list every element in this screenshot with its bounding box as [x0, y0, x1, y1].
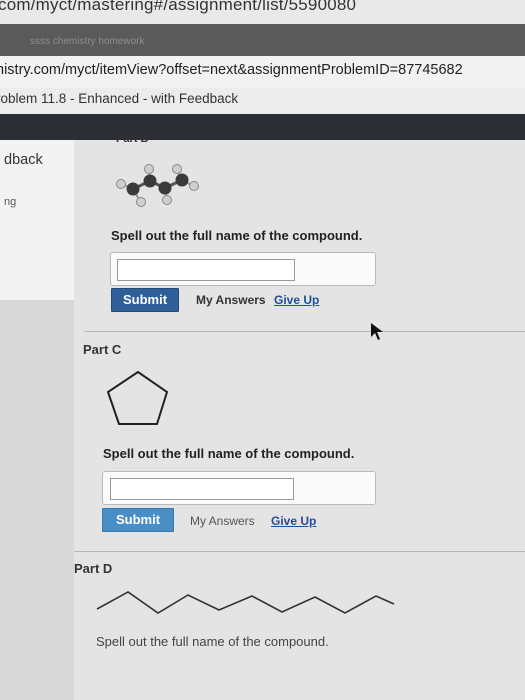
part-d-question: Spell out the full name of the compound. — [96, 634, 329, 649]
part-d-zigzag-structure — [96, 591, 395, 614]
mouse-cursor-icon — [371, 323, 383, 340]
